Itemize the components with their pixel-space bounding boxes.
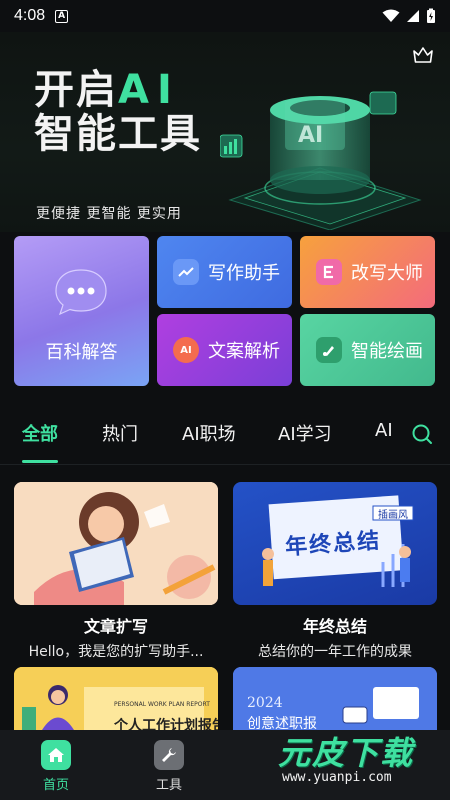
signal-icon [407, 10, 419, 22]
template-card-article-expand[interactable]: 文章扩写 Hello，我是您的扩写助手... [14, 482, 218, 661]
notification-badge: A [55, 9, 69, 23]
nav-label: 首页 [42, 778, 69, 793]
template-thumbnail: 插画风 年终总结 [233, 482, 437, 605]
thumb-tag: 插画风 [378, 510, 408, 521]
tab-active-indicator [22, 460, 58, 463]
feature-label: 百科解答 [45, 342, 118, 363]
feature-label: 智能绘画 [351, 341, 423, 362]
chat-bubble-icon [55, 269, 107, 316]
nav-tools[interactable]: 工具 [149, 740, 189, 793]
reading-girl-illustration [14, 482, 218, 605]
paint-brush-icon [316, 337, 342, 363]
svg-text:AI: AI [298, 123, 323, 148]
divider [0, 464, 450, 465]
watermark-url: www.yuanpi.com [282, 770, 392, 785]
thumb-year: 2024 [247, 695, 283, 711]
feature-label: 写作助手 [208, 263, 280, 284]
template-desc: Hello，我是您的扩写助手... [28, 644, 204, 660]
status-bar: 4:08 A [0, 0, 450, 32]
status-time: 4:08 [14, 7, 46, 24]
feature-card-writing[interactable]: 写作助手 [157, 236, 292, 308]
feature-label: 文案解析 [208, 341, 280, 362]
search-icon[interactable] [410, 422, 434, 446]
template-card-year-summary[interactable]: 插画风 年终总结 年终总结 总结你的一年工作的成果 [233, 482, 437, 661]
template-title: 年终总结 [302, 617, 367, 636]
watermark-text: 元皮下载 [278, 734, 415, 772]
tab-ai-study[interactable]: AI学习 [278, 420, 332, 446]
tab-hot[interactable]: 热门 [102, 420, 138, 446]
template-thumbnail [14, 482, 218, 605]
hero-subtitle: 更便捷 更智能 更实用 [36, 206, 182, 222]
hero-title-line2: 智能工具 [34, 111, 202, 157]
tab-ai-workplace[interactable]: AI职场 [182, 420, 236, 446]
hero-title-prefix: 开启 [34, 67, 118, 113]
feature-card-encyclopedia[interactable]: 百科解答 [14, 236, 149, 386]
tab-ai-more[interactable]: AI [375, 420, 393, 441]
tab-all[interactable]: 全部 [22, 420, 58, 446]
crown-icon[interactable] [412, 44, 434, 66]
wifi-icon [382, 9, 400, 22]
template-thumbnail: 2024 创意述职报 [233, 667, 437, 730]
category-tabs: 全部 热门 AI职场 AI学习 AI [0, 410, 450, 463]
nav-home[interactable]: 首页 [36, 740, 76, 793]
template-card-work-plan[interactable]: PERSONAL WORK PLAN REPORT 个人工作计划报告 [14, 667, 218, 730]
wrench-icon [154, 740, 184, 770]
hero-title: 开启AI 智能工具 [34, 68, 202, 156]
feature-card-painting[interactable]: 智能绘画 [300, 314, 435, 386]
feature-card-copy-analysis[interactable]: AI 文案解析 [157, 314, 292, 386]
e-letter-icon [316, 259, 342, 285]
nav-label: 工具 [155, 778, 182, 793]
ai-platform-illustration: AI [220, 91, 422, 230]
hero-title-ai: AI [118, 67, 180, 113]
template-title: 文章扩写 [83, 617, 148, 636]
feature-label: 改写大师 [351, 263, 423, 284]
template-desc: 总结你的一年工作的成果 [258, 644, 412, 660]
thumb-heading: 个人工作计划报告 [114, 718, 218, 730]
template-thumbnail: PERSONAL WORK PLAN REPORT 个人工作计划报告 [14, 667, 218, 730]
thumb-small-text: PERSONAL WORK PLAN REPORT [114, 701, 210, 708]
home-icon [41, 740, 71, 770]
feature-card-rewrite[interactable]: 改写大师 [300, 236, 435, 308]
battery-icon [427, 8, 435, 23]
watermark-logo: 元皮下载 www.yuanpi.com [268, 724, 444, 794]
trend-chart-icon [173, 259, 199, 285]
template-card-creative-report[interactable]: 2024 创意述职报 [233, 667, 437, 730]
ai-circle-icon: AI [173, 337, 199, 363]
thumb-heading: 年终总结 [284, 528, 382, 561]
